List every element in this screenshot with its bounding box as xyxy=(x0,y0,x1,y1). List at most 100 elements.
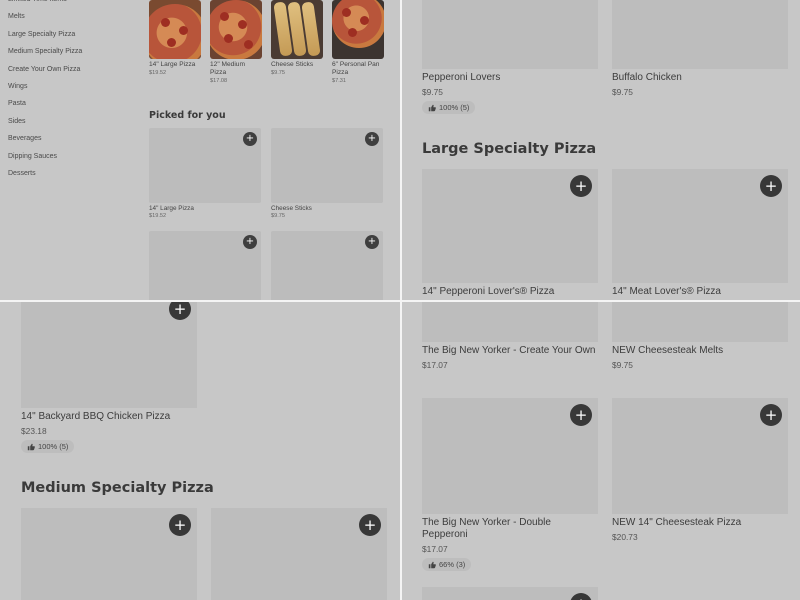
picked-for-you-heading: Picked for you xyxy=(149,110,226,121)
thumbs-up-icon xyxy=(27,443,35,450)
add-item-button[interactable]: + xyxy=(760,404,782,426)
menu-item-card[interactable]: The Big New Yorker - Create Your Own $17… xyxy=(422,302,598,370)
sidebar-item-dipping-sauces[interactable]: Dipping Sauces xyxy=(8,148,128,165)
pizza-image xyxy=(149,0,201,59)
add-item-button[interactable]: + xyxy=(760,175,782,197)
item-image-placeholder: + xyxy=(422,587,598,600)
item-price: $9.75 xyxy=(612,360,633,370)
item-price: $9.75 xyxy=(422,87,443,97)
menu-items-panel-top: Pepperoni Lovers $9.75 100% (5) Buffalo … xyxy=(402,0,800,300)
featured-item-card[interactable]: 6" Personal Pan Pizza $7.31 xyxy=(332,0,384,84)
item-image-placeholder xyxy=(422,302,598,342)
add-item-button[interactable]: + xyxy=(169,514,191,536)
thumbs-up-icon xyxy=(428,561,436,568)
sidebar-item-melts[interactable]: Melts xyxy=(8,8,128,25)
item-image-placeholder: + xyxy=(21,508,197,600)
item-name: NEW Cheesesteak Melts xyxy=(612,345,724,356)
item-price: $9.75 xyxy=(271,70,285,76)
featured-item-card[interactable]: 12" Medium Pizza $17.08 xyxy=(210,0,262,84)
pizza-image xyxy=(210,0,262,59)
item-price: $17.07 xyxy=(422,360,448,370)
menu-item-card[interactable]: + 14" Pepperoni Lover's® Pizza xyxy=(422,169,598,298)
sidebar-item-wings[interactable]: Wings xyxy=(8,78,128,95)
item-name: 14" Pepperoni Lover's® Pizza xyxy=(422,286,555,297)
add-item-button[interactable]: + xyxy=(243,132,257,146)
sidebar-item-limited-time-items[interactable]: Limited Time Items xyxy=(8,0,128,8)
menu-item-card[interactable]: + xyxy=(422,587,598,600)
item-price: $7.31 xyxy=(332,78,346,84)
menu-item-card[interactable]: + 14" Meat Lover's® Pizza xyxy=(612,169,788,298)
menu-item-card[interactable]: + 14" Large Pizza $19.52 xyxy=(149,128,261,219)
menu-item-card[interactable]: Buffalo Chicken $9.75 xyxy=(612,0,788,97)
item-name: Buffalo Chicken xyxy=(612,72,682,83)
thumbs-up-icon xyxy=(428,104,436,111)
item-price: $9.75 xyxy=(612,87,633,97)
item-name: 12" Medium Pizza xyxy=(210,61,245,76)
item-price: $19.52 xyxy=(149,70,167,76)
item-image-placeholder xyxy=(612,0,788,69)
sidebar-item-sides[interactable]: Sides xyxy=(8,113,128,130)
item-image-placeholder xyxy=(422,0,598,69)
item-image-placeholder: + xyxy=(211,508,387,600)
rating-text: 100% (5) xyxy=(38,442,69,451)
add-item-button[interactable]: + xyxy=(570,404,592,426)
menu-item-card[interactable]: + NEW 14" Cheesesteak Pizza $20.73 xyxy=(612,398,788,542)
add-item-button[interactable]: + xyxy=(359,514,381,536)
section-heading-medium-specialty-pizza: Medium Specialty Pizza xyxy=(21,480,214,496)
item-name: 14" Backyard BBQ Chicken Pizza xyxy=(21,411,171,422)
add-item-button[interactable]: + xyxy=(365,235,379,249)
rating-text: 100% (5) xyxy=(439,103,470,112)
item-name: 6" Personal Pan Pizza xyxy=(332,61,380,76)
add-item-button[interactable]: + xyxy=(169,302,191,320)
item-image-placeholder: + xyxy=(612,169,788,283)
sidebar-item-beverages[interactable]: Beverages xyxy=(8,130,128,147)
menu-item-card[interactable]: + xyxy=(149,231,261,300)
menu-item-card[interactable]: + xyxy=(21,508,197,600)
item-image-placeholder: + xyxy=(422,398,598,514)
pizza-image xyxy=(332,0,384,59)
item-image-placeholder xyxy=(612,302,788,342)
item-image-placeholder: + xyxy=(149,128,261,203)
add-item-button[interactable]: + xyxy=(243,235,257,249)
featured-item-card[interactable]: Cheese Sticks $9.75 xyxy=(271,0,323,76)
rating-badge: 100% (5) xyxy=(21,440,75,453)
menu-item-card[interactable]: + Cheese Sticks $9.75 xyxy=(271,128,383,219)
item-name: Cheese Sticks xyxy=(271,205,312,212)
item-price: $9.75 xyxy=(271,213,285,219)
add-item-button[interactable]: + xyxy=(365,132,379,146)
section-heading-large-specialty-pizza: Large Specialty Pizza xyxy=(422,141,597,157)
sidebar-item-desserts[interactable]: Desserts xyxy=(8,165,128,182)
item-image-placeholder: + xyxy=(271,128,383,203)
sidebar-item-create-your-own-pizza[interactable]: Create Your Own Pizza xyxy=(8,61,128,78)
menu-item-card[interactable]: + 14" Backyard BBQ Chicken Pizza $23.18 … xyxy=(21,302,197,456)
item-image-placeholder: + xyxy=(422,169,598,283)
menu-item-card[interactable]: + xyxy=(211,508,387,600)
sidebar-item-medium-specialty-pizza[interactable]: Medium Specialty Pizza xyxy=(8,43,128,60)
item-name: 14" Meat Lover's® Pizza xyxy=(612,286,721,297)
menu-item-card[interactable]: NEW Cheesesteak Melts $9.75 xyxy=(612,302,788,370)
item-price: $17.07 xyxy=(422,544,448,554)
menu-item-card[interactable]: Pepperoni Lovers $9.75 100% (5) xyxy=(422,0,598,117)
sidebar-item-large-specialty-pizza[interactable]: Large Specialty Pizza xyxy=(8,26,128,43)
menu-overview-panel: Limited Time Items Melts Large Specialty… xyxy=(0,0,400,300)
menu-item-card[interactable]: + xyxy=(271,231,383,300)
menu-item-card[interactable]: + The Big New Yorker - Double Pepperoni … xyxy=(422,398,598,574)
sidebar-item-pasta[interactable]: Pasta xyxy=(8,95,128,112)
item-image-placeholder: + xyxy=(21,302,197,408)
item-image-placeholder: + xyxy=(271,231,383,300)
item-name: Pepperoni Lovers xyxy=(422,72,501,83)
item-name: 14" Large Pizza xyxy=(149,61,196,68)
rating-text: 66% (3) xyxy=(439,560,466,569)
menu-items-panel-bottom-left: + 14" Backyard BBQ Chicken Pizza $23.18 … xyxy=(0,302,400,600)
item-name: Cheese Sticks xyxy=(271,61,314,68)
item-name: 14" Large Pizza xyxy=(149,205,194,212)
menu-items-panel-bottom-right: The Big New Yorker - Create Your Own $17… xyxy=(402,302,800,600)
item-price: $20.73 xyxy=(612,532,638,542)
item-price: $23.18 xyxy=(21,426,47,436)
add-item-button[interactable]: + xyxy=(570,175,592,197)
featured-item-card[interactable]: 14" Large Pizza $19.52 xyxy=(149,0,201,76)
add-item-button[interactable]: + xyxy=(570,593,592,600)
rating-badge: 100% (5) xyxy=(422,101,476,114)
item-price: $17.08 xyxy=(210,78,228,84)
item-name: NEW 14" Cheesesteak Pizza xyxy=(612,517,742,528)
